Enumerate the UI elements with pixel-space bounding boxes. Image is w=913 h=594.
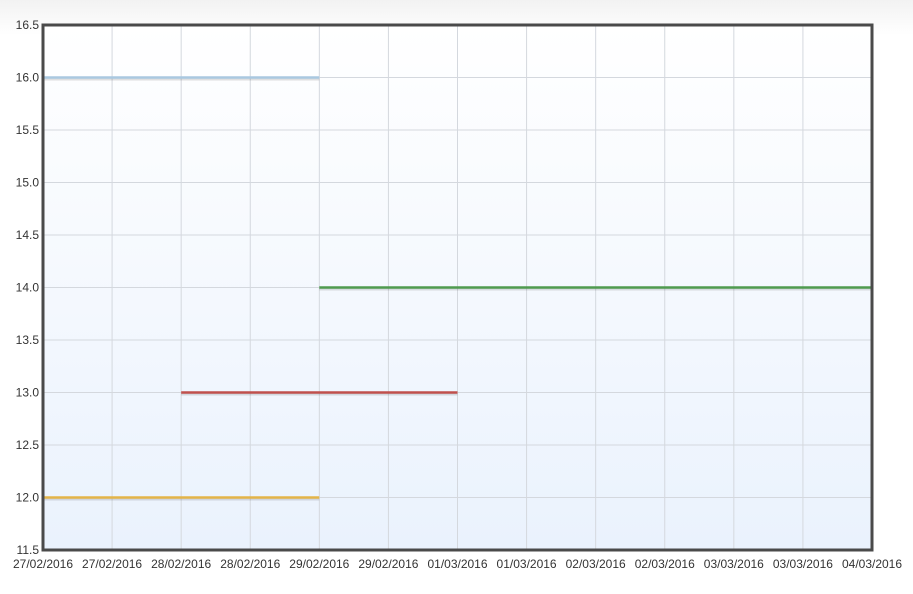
chart-svg: 11.5 12.0 12.5 13.0 13.5 14.0 14.5 15.0 15.5 16.0… — [0, 0, 913, 589]
x-tick-label: 02/03/2016 — [635, 557, 695, 571]
x-tick-label: 29/02/2016 — [358, 557, 418, 571]
y-tick-label: 15.5 — [16, 123, 40, 137]
x-tick-label: 28/02/2016 — [220, 557, 280, 571]
y-tick-label: 11.5 — [17, 543, 40, 557]
y-tick-label: 13.5 — [16, 333, 40, 347]
x-tick-label: 01/03/2016 — [427, 557, 487, 571]
y-tick-label: 15.0 — [16, 176, 40, 190]
x-tick-label: 27/02/2016 — [82, 557, 142, 571]
x-tick-label: 04/03/2016 — [842, 557, 902, 571]
y-tick-label: 13.0 — [16, 386, 40, 400]
x-tick-label: 02/03/2016 — [566, 557, 626, 571]
x-tick-label: 28/02/2016 — [151, 557, 211, 571]
y-tick-label: 14.0 — [16, 281, 40, 295]
chart: 11.5 12.0 12.5 13.0 13.5 14.0 14.5 15.0 15.5 16.0… — [0, 0, 913, 589]
x-tick-label: 01/03/2016 — [497, 557, 557, 571]
y-tick-label: 16.0 — [16, 71, 40, 85]
y-tick-label: 12.0 — [16, 491, 40, 505]
x-tick-label: 03/03/2016 — [773, 557, 833, 571]
y-tick-label: 14.5 — [16, 228, 40, 242]
y-tick-label: 16.5 — [16, 18, 40, 32]
x-tick-label: 03/03/2016 — [704, 557, 764, 571]
x-tick-label: 29/02/2016 — [289, 557, 349, 571]
x-tick-label: 27/02/2016 — [13, 557, 73, 571]
y-tick-label: 12.5 — [16, 438, 40, 452]
